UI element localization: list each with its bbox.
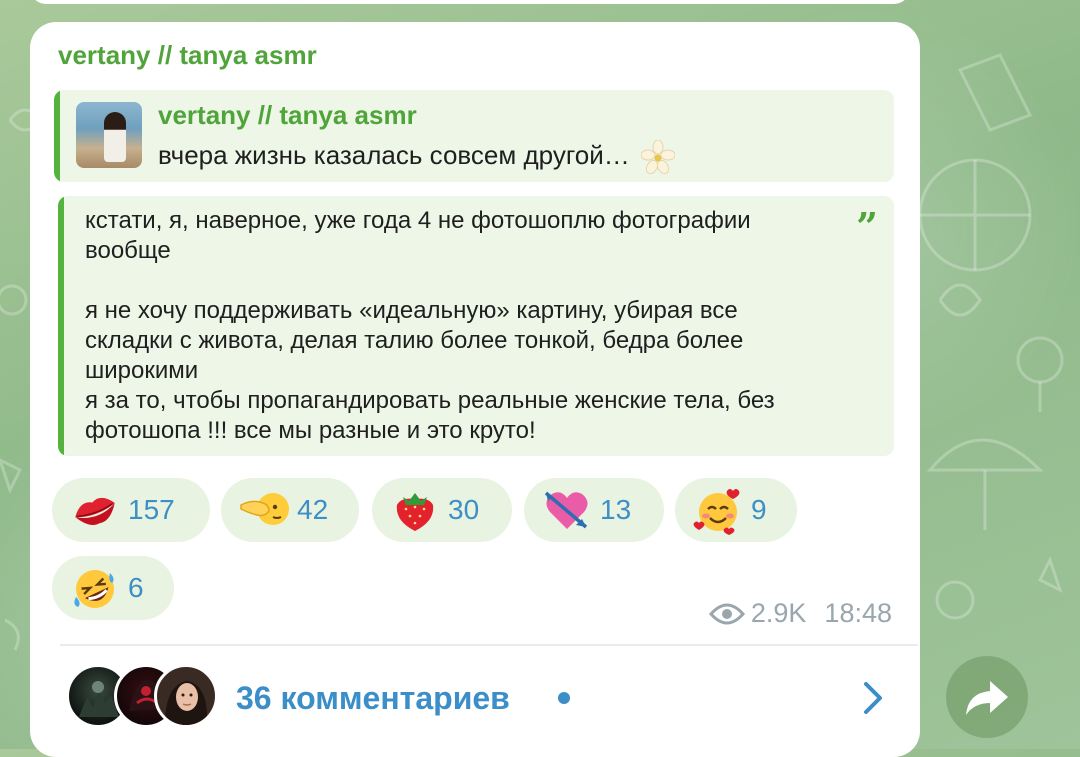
strawberry-icon — [396, 493, 434, 531]
reaction-strawberry[interactable]: 30 — [372, 478, 512, 542]
unread-dot — [558, 692, 570, 704]
share-arrow-icon — [966, 681, 1008, 715]
quote-block: кстати, я, наверное, уже года 4 не фотош… — [58, 196, 894, 456]
pointing-hand-icon — [240, 493, 289, 525]
divider — [60, 644, 918, 646]
eye-icon — [708, 603, 745, 624]
reaction-heart-arrow[interactable]: 13 — [524, 478, 664, 542]
reaction-count: 9 — [751, 494, 767, 525]
reaction-count: 30 — [448, 494, 480, 525]
reply-text: вчера жизнь казалась совсем другой… — [158, 140, 630, 170]
reply-preview[interactable]: vertany // tanya asmr вчера жизнь казала… — [54, 90, 894, 182]
comments-link[interactable]: 36 комментариев — [236, 680, 510, 717]
reaction-count: 13 — [600, 494, 632, 525]
rofl-icon — [74, 570, 114, 608]
reply-text-row: вчера жизнь казалась совсем другой… — [158, 140, 675, 175]
reply-thumbnail — [76, 102, 142, 168]
kiss-lips-icon — [75, 497, 115, 525]
share-button[interactable] — [946, 656, 1028, 738]
reaction-rofl[interactable]: 6 — [52, 556, 174, 620]
view-count: 2.9K — [750, 598, 807, 628]
heart-arrow-icon — [544, 491, 588, 529]
flower-icon — [640, 140, 675, 175]
quote-text: кстати, я, наверное, уже года 4 не фотош… — [85, 207, 775, 444]
sender-name[interactable]: vertany // tanya asmr — [58, 40, 317, 71]
avatar — [154, 664, 218, 728]
reply-author: vertany // tanya asmr — [158, 100, 417, 130]
reaction-count: 6 — [128, 572, 144, 603]
reaction-count: 42 — [297, 494, 329, 525]
reaction-count: 157 — [128, 494, 175, 525]
reaction-kiss[interactable]: 157 — [52, 478, 210, 542]
message-time: 18:48 — [824, 598, 892, 628]
reaction-pointing[interactable]: 42 — [221, 478, 359, 542]
quote-mark-icon: ” — [856, 204, 878, 249]
smiling-face-hearts-icon — [693, 489, 740, 535]
message-meta: 2.9K 18:48 — [708, 598, 892, 629]
previous-message-bubble-edge — [30, 0, 910, 4]
reaction-smiling-hearts[interactable]: 9 — [675, 478, 797, 542]
chevron-right-icon[interactable] — [858, 678, 888, 718]
